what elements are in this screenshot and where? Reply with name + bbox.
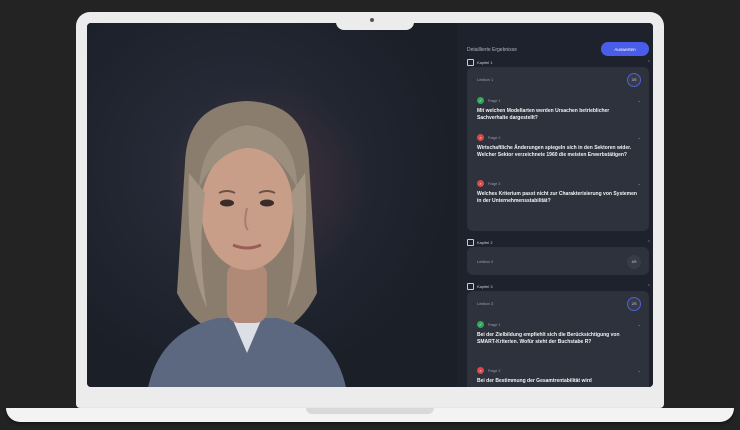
laptop-notch [336, 12, 414, 30]
section-title: Kapitel 2 [477, 240, 493, 245]
section-title: Kapitel 3 [477, 284, 493, 289]
score-badge[interactable]: 2/5 [627, 297, 641, 311]
question-text: Bei der Bestimmung der Gesamtrentabilitä… [477, 378, 592, 384]
question-label: Frage 1 [488, 98, 501, 103]
chevron-up-icon: ⌃ [646, 59, 651, 66]
laptop-screen: Detaillierte Ergebnisse Auswerten Kapite… [87, 23, 653, 387]
question-row-3[interactable]: × Frage 3 ⌄ [477, 180, 641, 187]
section-header-1[interactable]: Kapitel 1 ⌃ [467, 59, 651, 66]
camera-icon [370, 18, 374, 22]
avatar-video [148, 101, 346, 387]
check-icon: ✓ [477, 97, 484, 104]
question-text: Wirtschaftliche Änderungen spiegeln sich… [477, 145, 632, 158]
chevron-up-icon: ⌃ [646, 283, 651, 290]
question-row-1[interactable]: ✓ Frage 1 ⌄ [477, 321, 641, 328]
video-feed [87, 23, 457, 387]
section-header-3[interactable]: Kapitel 3 ⌃ [467, 283, 651, 290]
evaluate-button[interactable]: Auswerten [601, 42, 649, 56]
checkbox-icon [467, 283, 474, 290]
question-label: Frage 2 [488, 135, 501, 140]
results-panel: Detaillierte Ergebnisse Auswerten Kapite… [457, 23, 653, 387]
check-icon: ✓ [477, 321, 484, 328]
section-header-2[interactable]: Kapitel 2 ⌃ [467, 239, 651, 246]
chevron-down-icon: ⌄ [637, 368, 641, 373]
question-label: Frage 2 [488, 368, 501, 373]
question-text: Bei der Zielbildung empfiehlt sich die B… [477, 332, 620, 345]
question-label: Frage 1 [488, 322, 501, 327]
x-icon: × [477, 367, 484, 374]
chevron-down-icon: ⌄ [637, 135, 641, 140]
question-text: Mit welchen Modellarten werden Ursachen … [477, 108, 610, 121]
lesson-label: Lektion 3 [477, 301, 494, 306]
x-icon: × [477, 180, 484, 187]
score-badge[interactable]: 3/5 [627, 73, 641, 87]
score-badge[interactable]: 4/5 [627, 255, 641, 269]
section-title: Kapitel 1 [477, 60, 493, 65]
chevron-down-icon: ⌄ [637, 322, 641, 327]
chevron-up-icon: ⌃ [646, 239, 651, 246]
question-label: Frage 3 [488, 181, 501, 186]
question-row-1[interactable]: ✓ Frage 1 ⌄ [477, 97, 641, 104]
x-icon: × [477, 134, 484, 141]
question-row-2[interactable]: × Frage 2 ⌄ [477, 134, 641, 141]
question-text: Welches Kriterium passt nicht zur Charak… [477, 191, 637, 204]
question-row-2[interactable]: × Frage 2 ⌄ [477, 367, 641, 374]
lesson-card-1: Lektion 1 3/5 ✓ Frage 1 ⌄ Mit welchen Mo… [467, 67, 649, 231]
checkbox-icon [467, 239, 474, 246]
chevron-down-icon: ⌄ [637, 98, 641, 103]
panel-title: Detaillierte Ergebnisse [467, 47, 518, 53]
chevron-down-icon: ⌄ [637, 181, 641, 186]
lesson-label: Lektion 2 [477, 259, 494, 264]
lesson-card-3: Lektion 3 2/5 ✓ Frage 1 ⌄ Bei der Zielbi… [467, 291, 649, 387]
lesson-label: Lektion 1 [477, 77, 494, 82]
laptop-base-notch [306, 408, 434, 414]
lesson-card-2[interactable]: Lektion 2 4/5 [467, 247, 649, 275]
checkbox-icon [467, 59, 474, 66]
